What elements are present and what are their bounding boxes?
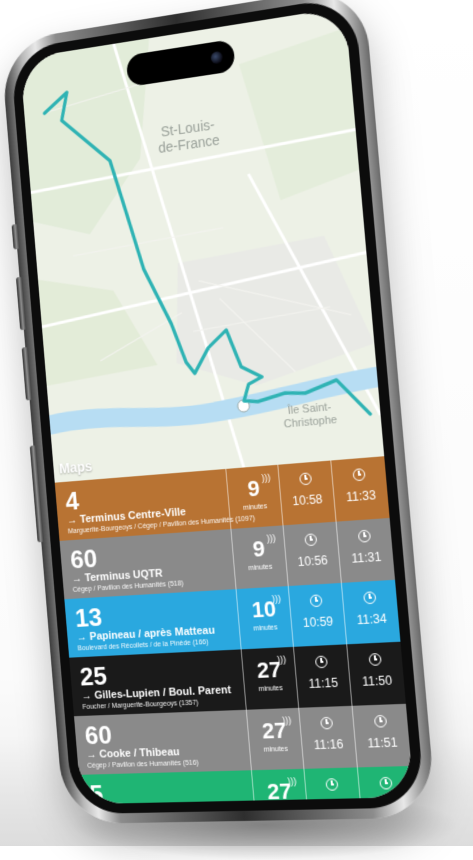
next-scheduled-time: 11:34 xyxy=(345,611,399,628)
minutes-cell: 27))) minutes xyxy=(241,647,299,710)
next-scheduled-time: 11:51 xyxy=(355,735,410,751)
minutes-unit: minutes xyxy=(240,623,292,635)
clock-icon xyxy=(310,594,323,607)
route-number: 60 xyxy=(69,544,98,573)
minutes-unit: minutes xyxy=(250,744,302,755)
scheduled-time: 11:16 xyxy=(302,737,356,753)
realtime-signal-icon: ))) xyxy=(261,473,271,483)
phone-screen: St-Louis- de-France Île Saint- Christoph… xyxy=(20,7,414,804)
clock-icon xyxy=(368,653,381,666)
scheduled-time: 10:58 xyxy=(281,491,334,509)
scheduled-time: 10:56 xyxy=(286,552,339,570)
maps-attribution: Maps xyxy=(58,458,92,476)
next-time-cell: 11:33 xyxy=(330,456,389,521)
route-number: 13 xyxy=(74,603,103,632)
time-cells: 9))) minutes 10:56 11:31 xyxy=(230,518,395,589)
camera-icon xyxy=(210,51,223,65)
next-scheduled-time: 11:50 xyxy=(350,673,405,690)
route-number: 5 xyxy=(89,780,105,804)
minutes-unit: minutes xyxy=(234,562,286,574)
scheduled-time-cell: 10:59 xyxy=(288,583,346,647)
next-time-cell: 11:34 xyxy=(341,580,401,645)
scheduled-time: 11:15 xyxy=(297,675,351,691)
minutes-cell: 27))) minutes xyxy=(246,708,304,770)
minutes-cell: 9))) minutes xyxy=(225,465,282,529)
minutes-value: 10 xyxy=(237,596,290,623)
realtime-signal-icon: ))) xyxy=(277,655,287,665)
scheduled-time-cell: 11:16 xyxy=(298,706,357,769)
next-time-cell: 11:50 xyxy=(346,642,406,706)
scheduled-time-cell: 11:15 xyxy=(293,644,352,707)
clock-icon xyxy=(374,715,387,728)
clock-icon xyxy=(325,778,338,791)
stop-name: Cégep / Pavillon des Humanités (516) xyxy=(87,759,199,771)
clock-icon xyxy=(320,717,333,730)
scheduled-time-cell: 10:56 xyxy=(283,522,341,586)
realtime-signal-icon: ))) xyxy=(282,716,292,725)
minutes-cell: 27)))minutes xyxy=(251,769,309,804)
clock-icon xyxy=(299,472,312,485)
minutes-value: 9 xyxy=(227,475,280,503)
minutes-unit: minutes xyxy=(229,501,281,514)
next-time-cell: 11:51 xyxy=(352,704,412,768)
realtime-signal-icon: ))) xyxy=(266,534,276,544)
clock-icon xyxy=(358,530,371,543)
time-cells: 9))) minutes 10:58 11:33 xyxy=(225,456,389,529)
next-scheduled-time: 11:33 xyxy=(334,487,388,505)
clock-icon xyxy=(363,591,376,604)
realtime-signal-icon: ))) xyxy=(272,595,282,605)
departure-row[interactable]: 60 → Cooke / Thibeau Cégep / Pavillon des … xyxy=(74,704,411,775)
clock-icon xyxy=(352,468,365,481)
scheduled-time-cell: 10:58 xyxy=(277,461,335,526)
route-number: 60 xyxy=(84,721,113,749)
clock-icon xyxy=(304,533,317,546)
time-cells: 27))) minutes 11:15 11:50 xyxy=(241,642,406,710)
minutes-value: 27 xyxy=(248,718,301,744)
time-cells: 10))) minutes 10:59 11:34 xyxy=(236,580,401,650)
map-view[interactable]: St-Louis- de-France Île Saint- Christoph… xyxy=(20,7,384,483)
route-number: 4 xyxy=(64,487,80,515)
route-number: 25 xyxy=(79,662,108,691)
minutes-cell: 9))) minutes xyxy=(230,525,287,589)
time-cells: 27))) minutes11:1611:51 xyxy=(246,704,412,770)
minutes-value: 9 xyxy=(232,536,285,564)
departure-list: 4 → Terminus Centre-Ville Marguerite-Bourg… xyxy=(55,456,414,804)
clock-icon xyxy=(379,777,392,790)
clock-icon xyxy=(315,656,328,669)
minutes-unit: minutes xyxy=(245,683,297,694)
minutes-cell: 10))) minutes xyxy=(236,586,293,649)
next-scheduled-time: 11:31 xyxy=(339,549,393,567)
realtime-signal-icon: ))) xyxy=(287,777,297,786)
scheduled-time: 10:59 xyxy=(291,614,344,631)
phone-device: St-Louis- de-France Île Saint- Christoph… xyxy=(0,0,436,824)
next-time-cell: 11:31 xyxy=(336,518,395,583)
minutes-value: 27 xyxy=(243,657,296,684)
map-label-town-east: Île Saint- Christophe xyxy=(282,401,338,432)
